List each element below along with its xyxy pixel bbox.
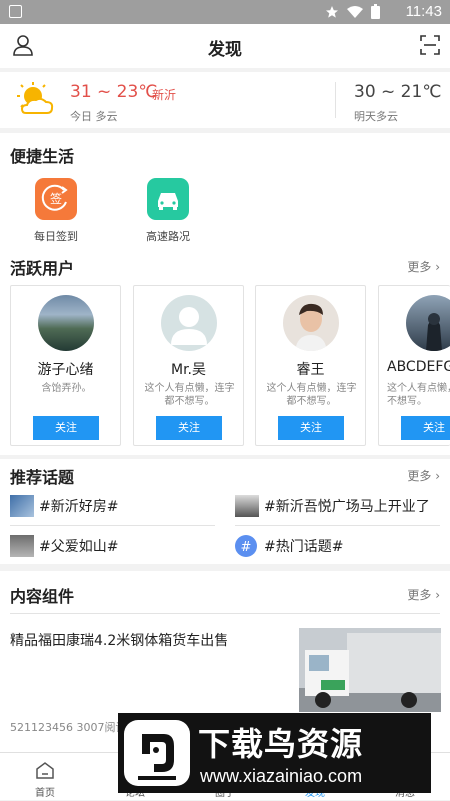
home-icon: [36, 762, 54, 779]
default-avatar-icon: [171, 307, 207, 345]
topic-thumbnail: [10, 495, 34, 517]
section-title-topics: 推荐话题: [10, 468, 75, 487]
user-name: ABCDEFG: [387, 359, 450, 375]
portrait-image: [295, 303, 327, 351]
highway-traffic-button[interactable]: 高速路况: [133, 178, 203, 244]
top-bar: 发现: [0, 24, 450, 68]
follow-button[interactable]: 关注: [33, 416, 99, 440]
notification-icon: [9, 5, 22, 18]
robot-image: [426, 313, 442, 351]
topic-divider: [10, 525, 215, 526]
topic-thumbnail: [235, 495, 259, 517]
topic-item[interactable]: #父爱如山#: [10, 535, 118, 557]
star-icon: [326, 5, 338, 18]
user-bio: 这个人有点懒，连字都不想写。: [266, 383, 357, 407]
sign-in-glyph: 签: [49, 192, 62, 206]
section-divider: [10, 613, 440, 614]
article-meta: 521123456 3007阅读: [10, 721, 127, 734]
avatar: [406, 295, 450, 351]
user-card[interactable]: 睿王 这个人有点懒，连字都不想写。 关注: [255, 285, 366, 446]
topic-label: #新沂好房#: [39, 499, 119, 515]
watermark-banner: 下载鸟资源 www.xiazainiao.com: [118, 713, 431, 793]
article-image[interactable]: [299, 628, 441, 712]
follow-button[interactable]: 关注: [401, 416, 450, 440]
watermark-title: 下载鸟资源: [198, 725, 364, 763]
bird-logo-icon: [124, 720, 190, 786]
quick-item-label: 每日签到: [34, 230, 78, 243]
article-title[interactable]: 精品福田康瑞4.2米钢体箱货车出售: [10, 630, 228, 650]
topic-item[interactable]: #新沂吾悦广场马上开业了: [235, 495, 430, 517]
today-temperature: 31 ~ 23℃: [70, 82, 158, 102]
section-title-quick-life: 便捷生活: [10, 147, 75, 166]
topic-item[interactable]: #新沂好房#: [10, 495, 118, 517]
user-card[interactable]: ABCDEFG 这个人有点懒，连字都不想写。 关注: [378, 285, 450, 446]
user-name: Mr.吴: [171, 362, 206, 378]
tomorrow-condition: 明天多云: [354, 110, 398, 123]
daily-signin-button[interactable]: 签 每日签到: [21, 178, 91, 244]
more-label: 更多: [407, 588, 432, 602]
more-label: 更多: [407, 469, 432, 483]
truck-image: [299, 628, 441, 712]
city-label: 新沂: [152, 88, 177, 102]
page-title: 发现: [208, 40, 242, 60]
user-bio: 这个人有点懒，连字都不想写。: [387, 383, 450, 407]
topic-label: #父爱如山#: [39, 539, 119, 555]
hashtag-icon: #: [235, 535, 259, 557]
wifi-icon: [347, 5, 363, 18]
user-name: 睿王: [296, 362, 325, 378]
topic-item[interactable]: # #热门话题#: [235, 535, 343, 557]
user-card[interactable]: Mr.吴 这个人有点懒，连字都不想写。 关注: [133, 285, 244, 446]
more-label: 更多: [407, 260, 432, 274]
quick-life-section: 便捷生活 签 每日签到 高速路况: [0, 133, 450, 250]
more-link-users[interactable]: 更多 ›: [407, 258, 440, 275]
topic-thumbnail: [10, 535, 34, 557]
avatar: [283, 295, 339, 351]
user-bio: 这个人有点懒，连字都不想写。: [144, 383, 235, 407]
watermark-url: www.xiazainiao.com: [200, 766, 363, 786]
car-icon: [147, 178, 189, 220]
tomorrow-temperature: 30 ~ 21℃: [354, 82, 442, 102]
topic-label: #新沂吾悦广场马上开业了: [264, 499, 430, 515]
follow-button[interactable]: 关注: [156, 416, 222, 440]
scan-icon[interactable]: [420, 35, 440, 55]
more-link-content[interactable]: 更多 ›: [407, 586, 440, 603]
tab-label: 首页: [35, 788, 55, 799]
section-title-content: 内容组件: [10, 587, 75, 606]
sign-in-icon: 签: [35, 178, 77, 220]
battery-icon: [371, 4, 380, 19]
quick-item-label: 高速路况: [146, 230, 190, 243]
today-condition: 今日 多云: [70, 110, 118, 123]
user-card[interactable]: 游子心绪 含饴弄孙。 关注: [10, 285, 121, 446]
user-name: 游子心绪: [37, 362, 94, 378]
svg-text:#: #: [241, 540, 252, 555]
weather-divider: [335, 82, 336, 118]
topic-divider: [235, 525, 440, 526]
avatar: [38, 295, 94, 351]
follow-button[interactable]: 关注: [278, 416, 344, 440]
user-bio: 含饴弄孙。: [41, 383, 92, 394]
status-time: 11:43: [405, 3, 442, 20]
topic-label: #热门话题#: [264, 539, 344, 555]
avatar: [161, 295, 217, 351]
tab-home[interactable]: 首页: [0, 753, 90, 801]
section-title-active-users: 活跃用户: [10, 259, 75, 278]
partly-cloudy-icon: [17, 82, 54, 114]
weather-panel[interactable]: 31 ~ 23℃ 新沂 今日 多云 30 ~ 21℃ 明天多云: [0, 72, 450, 128]
status-bar: 11:43: [0, 0, 450, 24]
more-link-topics[interactable]: 更多 ›: [407, 467, 440, 484]
